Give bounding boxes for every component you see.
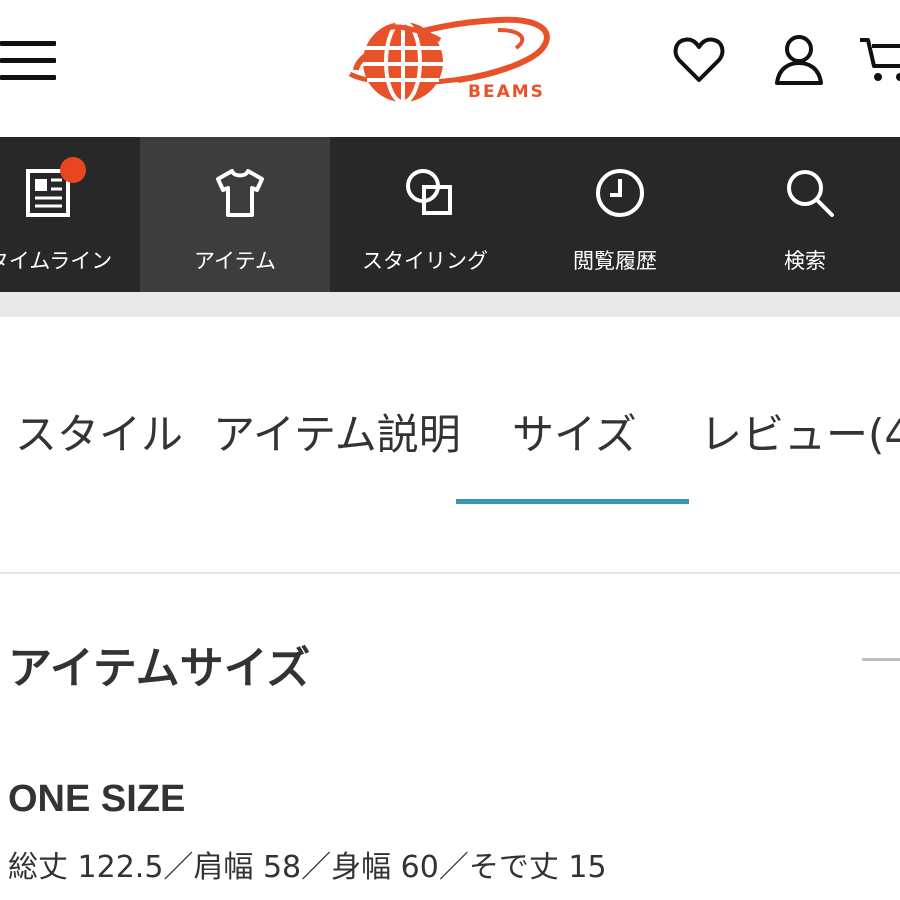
brand-text: BEAMS (468, 82, 545, 102)
section-title: アイテムサイズ (8, 643, 311, 694)
nav-item-label: アイテム (194, 249, 276, 273)
nav-item-styling[interactable]: スタイリング (330, 137, 520, 292)
styling-icon (406, 169, 452, 215)
nav-item-label: 閲覧履歴 (573, 249, 657, 273)
notification-badge (60, 157, 86, 183)
menu-icon-bar (0, 75, 56, 80)
search-icon (787, 170, 834, 217)
tshirt-icon (216, 169, 264, 217)
collapse-button[interactable] (862, 646, 900, 674)
tabs-divider (0, 572, 900, 574)
active-tab-indicator (456, 499, 689, 504)
nav-item-search[interactable]: 検索 (710, 137, 900, 292)
category-nav: タイムライン アイテム スタイリング 閲覧履歴 検索 (0, 137, 900, 292)
cart-icon[interactable] (858, 32, 900, 88)
tab-item-description[interactable]: アイテム説明 (213, 409, 461, 461)
heart-icon[interactable] (671, 32, 727, 88)
nav-item-label: スタイリング (362, 249, 488, 273)
size-measurements: 総丈 122.5／肩幅 58／身幅 60／そで丈 15 (8, 850, 607, 885)
menu-button[interactable] (0, 38, 58, 82)
divider-band (0, 292, 900, 317)
section-tabs: スタイル アイテム説明 サイズ レビュー(4 (0, 317, 900, 573)
tab-review[interactable]: レビュー(4 (700, 409, 900, 461)
menu-icon (0, 41, 56, 46)
nav-item-label: タイムライン (0, 249, 113, 273)
menu-icon-bar (0, 58, 56, 63)
tab-size[interactable]: サイズ (512, 409, 637, 461)
nav-item-item[interactable]: アイテム (140, 137, 330, 292)
nav-item-label: 検索 (784, 249, 826, 273)
clock-icon (596, 169, 644, 217)
user-icon[interactable] (771, 32, 827, 88)
size-name: ONE SIZE (8, 778, 186, 820)
nav-item-timeline[interactable]: タイムライン (0, 137, 140, 292)
header: BEAMS (0, 0, 900, 137)
tab-style[interactable]: スタイル (15, 409, 183, 461)
nav-item-history[interactable]: 閲覧履歴 (520, 137, 710, 292)
minus-icon (862, 658, 900, 661)
